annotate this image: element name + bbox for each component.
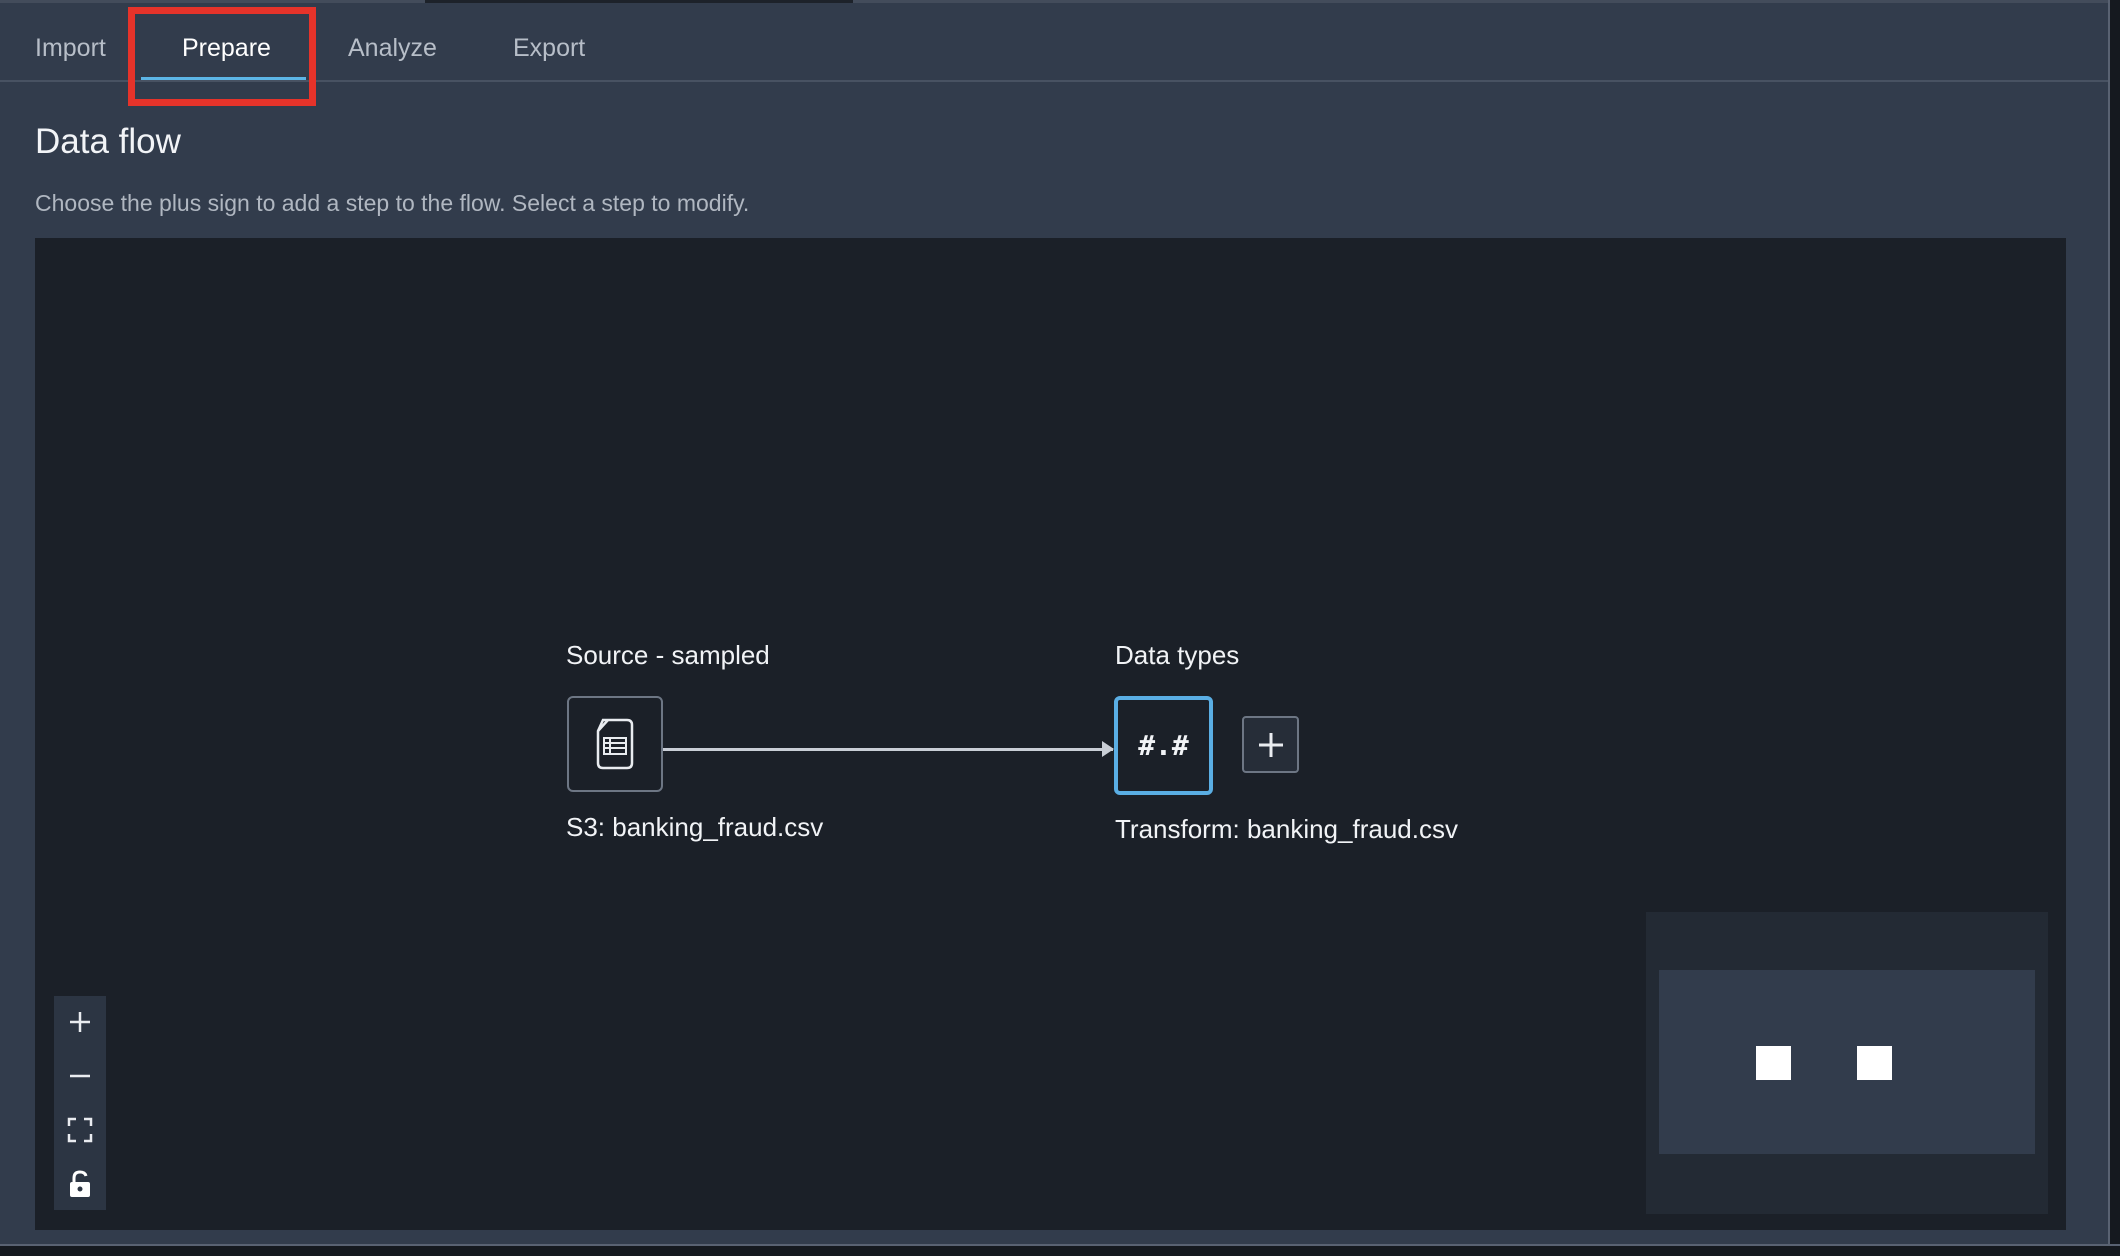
- page-title: Data flow: [35, 122, 181, 161]
- tab-bar: Import Prepare Analyze Export: [0, 0, 2108, 82]
- unlock-icon: [70, 1170, 90, 1197]
- data-wrangler-panel: Import Prepare Analyze Export Data flow …: [0, 0, 2108, 1248]
- transform-node[interactable]: #.#: [1114, 696, 1213, 795]
- minus-icon: [70, 1074, 90, 1078]
- lock-button[interactable]: [54, 1158, 106, 1210]
- minimap-transform-node: [1857, 1046, 1892, 1080]
- minimap-source-node: [1756, 1046, 1791, 1080]
- plus-icon: [1258, 732, 1283, 757]
- flow-connector: [663, 748, 1113, 751]
- page-subtitle: Choose the plus sign to add a step to th…: [35, 190, 750, 216]
- fit-view-icon: [67, 1117, 93, 1143]
- window-edge-right: [2108, 0, 2120, 1256]
- window-edge-bottom: [0, 1244, 2120, 1256]
- source-node[interactable]: [567, 696, 663, 792]
- zoom-controls: [54, 996, 106, 1210]
- minimap-viewport[interactable]: [1659, 970, 2035, 1154]
- add-step-button[interactable]: [1242, 716, 1299, 773]
- zoom-out-button[interactable]: [54, 1050, 106, 1102]
- screen: Import Prepare Analyze Export Data flow …: [0, 0, 2120, 1256]
- tab-import[interactable]: Import: [35, 28, 106, 68]
- plus-icon: [70, 1012, 90, 1032]
- zoom-in-button[interactable]: [54, 996, 106, 1048]
- file-table-icon: [596, 718, 634, 770]
- arrow-icon: [1102, 741, 1114, 757]
- fit-view-button[interactable]: [54, 1104, 106, 1156]
- tab-analyze[interactable]: Analyze: [348, 28, 437, 68]
- highlight-box: [128, 7, 316, 106]
- flow-canvas[interactable]: Source - sampled S3: banking_fraud.csv D…: [35, 238, 2066, 1230]
- tab-export[interactable]: Export: [513, 28, 585, 68]
- source-node-caption: S3: banking_fraud.csv: [566, 812, 824, 842]
- transform-node-label: Data types: [1115, 640, 1240, 670]
- transform-node-caption: Transform: banking_fraud.csv: [1115, 814, 1458, 844]
- source-node-label: Source - sampled: [566, 640, 770, 670]
